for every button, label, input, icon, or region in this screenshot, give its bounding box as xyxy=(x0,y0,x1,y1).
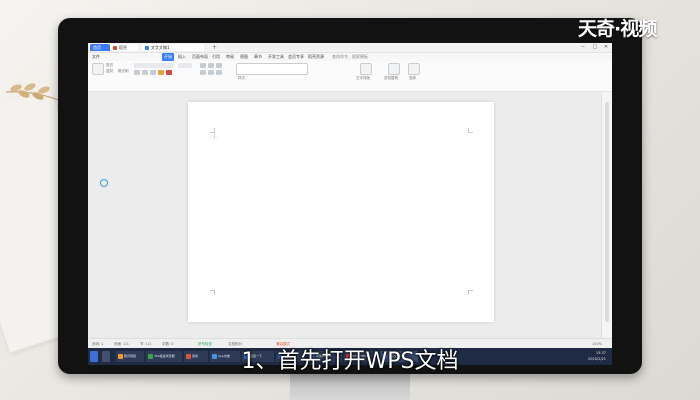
monitor-stand xyxy=(290,374,410,400)
menu-home[interactable]: 开始 xyxy=(162,53,174,61)
menu-insert[interactable]: 插入 xyxy=(178,53,186,61)
menu-page-layout[interactable]: 页面布局 xyxy=(192,53,208,61)
maximize-button[interactable]: □ xyxy=(590,43,600,52)
video-subtitle: 1、首先打开WPS文档 xyxy=(241,349,459,374)
docer-icon xyxy=(113,46,117,50)
bullets-icon[interactable] xyxy=(200,63,206,68)
menu-review[interactable]: 审阅 xyxy=(226,53,234,61)
bold-icon[interactable] xyxy=(134,70,140,75)
menu-view[interactable]: 视图 xyxy=(240,53,248,61)
numbering-icon[interactable] xyxy=(208,63,214,68)
tab-docer[interactable]: 稻壳 xyxy=(110,44,138,51)
font-size-box[interactable] xyxy=(178,63,192,68)
tab-docer-label: 稻壳 xyxy=(119,45,127,50)
select-icon[interactable] xyxy=(408,63,420,75)
ribbon-format-painter-label[interactable]: 格式刷 xyxy=(118,69,129,74)
menu-sections[interactable]: 章节 xyxy=(254,53,262,61)
close-button[interactable]: ✕ xyxy=(601,43,611,52)
tab-document-label: 文字文稿1 xyxy=(151,45,170,50)
tab-home[interactable]: 首页 xyxy=(90,44,110,51)
tab-home-label: 首页 xyxy=(93,45,101,50)
menu-member[interactable]: 会员专享 xyxy=(288,53,304,61)
scrollbar-thumb[interactable] xyxy=(605,102,609,322)
style-gallery[interactable] xyxy=(236,63,308,75)
menu-file[interactable]: 文件 xyxy=(92,53,100,61)
margin-corner-top-left xyxy=(210,128,215,133)
ribbon-copy-label[interactable]: 复制 xyxy=(106,69,113,74)
wps-window: 首页 稻壳 文字文稿1 + ─ □ ✕ 文件 开始 插入 页面布局 引用 审阅 … xyxy=(88,43,612,365)
ribbon-toolbar: 剪切 复制 格式刷 样式 文字排版 查找替换 选择 xyxy=(88,61,612,92)
tab-document[interactable]: 文字文稿1 xyxy=(142,44,204,51)
command-search[interactable]: 查找命令、搜索模板 xyxy=(332,53,368,61)
align-left-icon[interactable] xyxy=(200,70,206,75)
new-tab-button[interactable]: + xyxy=(212,44,217,51)
align-center-icon[interactable] xyxy=(208,70,214,75)
title-bar: 首页 稻壳 文字文稿1 + ─ □ ✕ xyxy=(88,43,612,53)
vertical-scrollbar[interactable] xyxy=(601,92,612,338)
watermark-logo: 天奇·视频 xyxy=(578,18,657,40)
text-cursor: |.. xyxy=(214,134,218,139)
ribbon-style-label: 样式 xyxy=(238,76,245,80)
document-page[interactable]: |.. xyxy=(188,102,494,322)
indent-icon[interactable] xyxy=(216,63,222,68)
ribbon-select-label: 选择 xyxy=(409,76,416,80)
find-replace-icon[interactable] xyxy=(388,63,400,75)
paste-icon[interactable] xyxy=(92,63,104,75)
ribbon-find-replace-label: 查找替换 xyxy=(384,76,398,80)
word-doc-icon xyxy=(145,46,149,50)
italic-icon[interactable] xyxy=(142,70,148,75)
monitor: 首页 稻壳 文字文稿1 + ─ □ ✕ 文件 开始 插入 页面布局 引用 审阅 … xyxy=(58,18,642,374)
menu-references[interactable]: 引用 xyxy=(212,53,220,61)
underline-icon[interactable] xyxy=(150,70,156,75)
ribbon-text-layout-label: 文字排版 xyxy=(356,76,370,80)
sync-icon[interactable] xyxy=(100,179,108,187)
menu-bar: 文件 开始 插入 页面布局 引用 审阅 视图 章节 开发工具 会员专享 稻壳资源… xyxy=(88,53,612,61)
text-layout-icon[interactable] xyxy=(360,63,372,75)
ribbon-cut-label[interactable]: 剪切 xyxy=(106,63,113,68)
menu-developer[interactable]: 开发工具 xyxy=(268,53,284,61)
margin-corner-bottom-left xyxy=(210,290,215,295)
margin-corner-top-right xyxy=(468,128,473,133)
font-name-box[interactable] xyxy=(134,63,174,68)
highlight-icon[interactable] xyxy=(158,70,164,75)
align-right-icon[interactable] xyxy=(216,70,222,75)
document-area[interactable]: |.. xyxy=(88,92,601,338)
minimize-button[interactable]: ─ xyxy=(578,43,588,52)
margin-corner-bottom-right xyxy=(468,290,473,295)
menu-docer-resources[interactable]: 稻壳资源 xyxy=(308,53,324,61)
wheat-decoration xyxy=(5,83,65,103)
font-color-icon[interactable] xyxy=(166,70,172,75)
